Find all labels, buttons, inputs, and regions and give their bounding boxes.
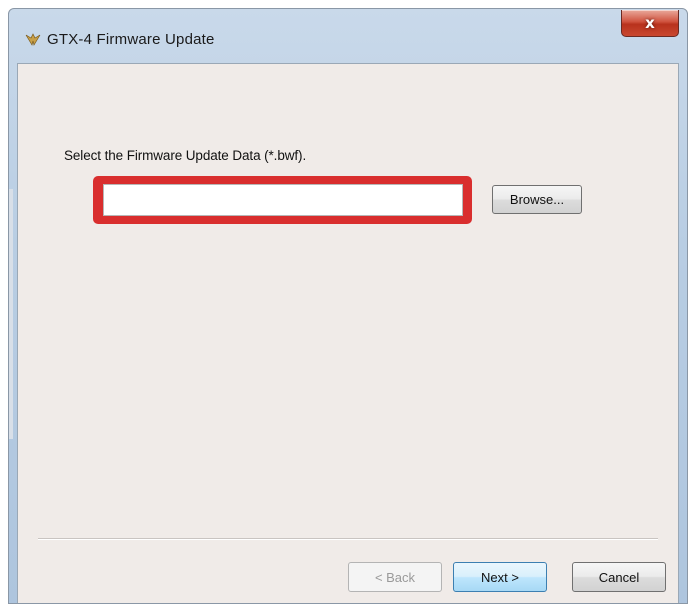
cancel-button-label: Cancel xyxy=(598,569,640,585)
browse-button-label: Browse... xyxy=(509,192,565,207)
close-icon: x xyxy=(645,13,655,32)
close-button[interactable]: x xyxy=(621,10,679,37)
wing-icon xyxy=(25,32,41,48)
window-border-accent xyxy=(9,189,13,439)
title-bar[interactable]: GTX-4 Firmware Update x xyxy=(9,9,687,69)
footer-separator xyxy=(38,538,658,540)
next-button[interactable]: Next > xyxy=(453,562,547,592)
back-button-label: < Back xyxy=(374,569,416,585)
firmware-file-path-input[interactable] xyxy=(103,184,463,216)
dialog-body: Select the Firmware Update Data (*.bwf).… xyxy=(17,63,679,603)
browse-button[interactable]: Browse... xyxy=(492,185,582,214)
cancel-button[interactable]: Cancel xyxy=(572,562,666,592)
back-button[interactable]: < Back xyxy=(348,562,442,592)
next-button-label: Next > xyxy=(481,569,519,585)
window-title: GTX-4 Firmware Update xyxy=(47,31,215,48)
firmware-update-window: GTX-4 Firmware Update x Select the Firmw… xyxy=(8,8,688,604)
instruction-label: Select the Firmware Update Data (*.bwf). xyxy=(64,148,307,163)
